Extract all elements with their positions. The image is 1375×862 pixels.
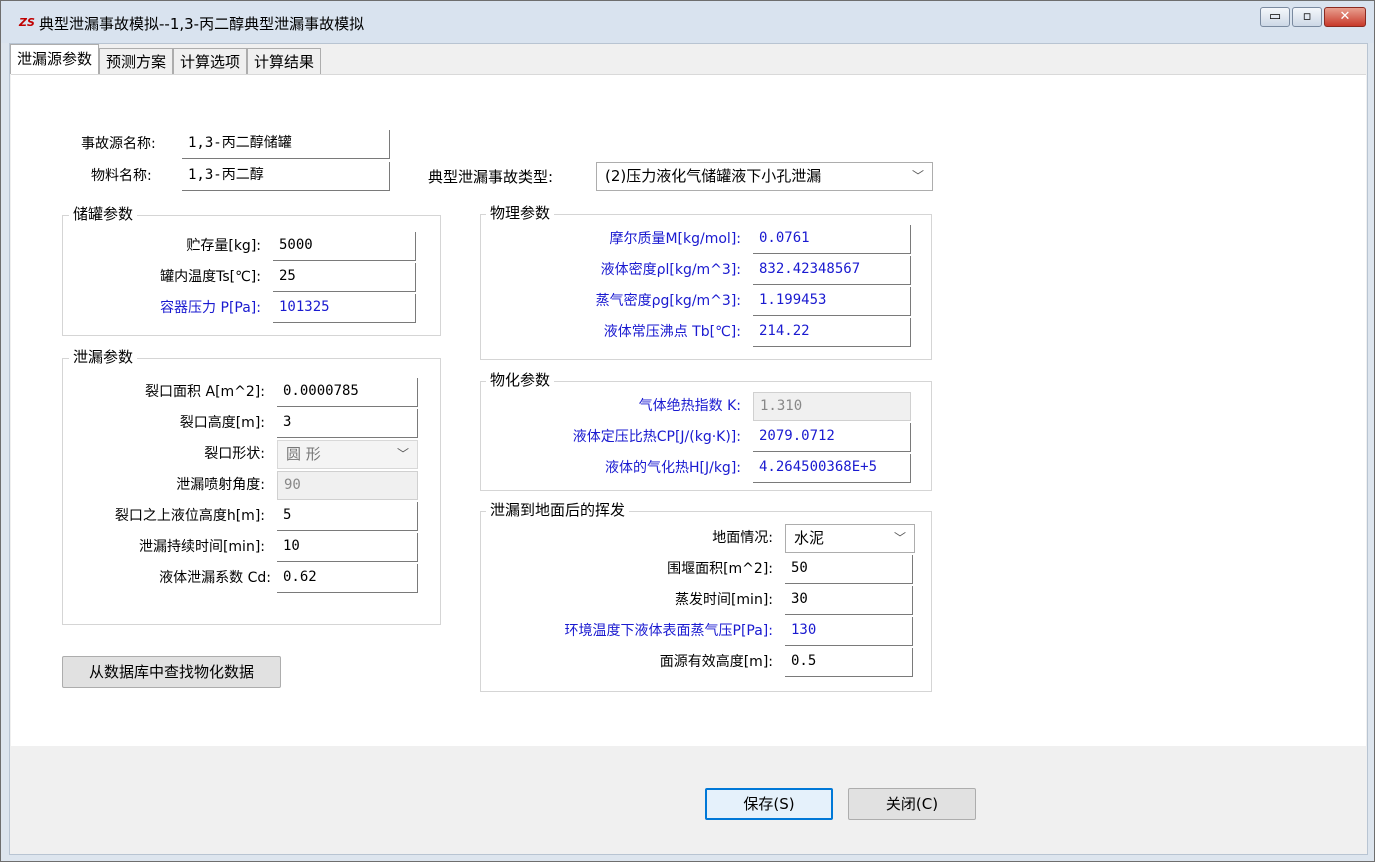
- button-bar: 保存(S) 关闭(C): [10, 746, 1367, 854]
- tank-temp-label: 罐内温度Ts[℃]:: [160, 269, 261, 285]
- dike-area-label: 围堰面积[m^2]:: [667, 561, 773, 577]
- tab-calc-options[interactable]: 计算选项: [173, 48, 248, 74]
- material-name-input[interactable]: 1,3-丙二醇: [182, 162, 390, 191]
- close-icon: ✕: [1339, 9, 1351, 24]
- physical-params-title: 物理参数: [486, 203, 555, 223]
- chevron-down-icon: ﹀: [396, 447, 409, 461]
- window-controls: ▭ ▫ ✕: [1260, 7, 1366, 27]
- minimize-icon: ▭: [1268, 9, 1282, 24]
- jet-angle-label: 泄漏喷射角度:: [176, 477, 265, 493]
- leak-duration-label: 泄漏持续时间[min]:: [138, 539, 265, 555]
- crack-shape-label: 裂口形状:: [204, 446, 265, 462]
- specific-heat-input[interactable]: 2079.0712: [753, 423, 911, 452]
- tab-leak-source[interactable]: 泄漏源参数: [10, 44, 100, 74]
- leak-params-title: 泄漏参数: [69, 347, 138, 367]
- material-name-label: 物料名称:: [91, 168, 152, 184]
- maximize-icon: ▫: [1302, 9, 1312, 24]
- source-height-input[interactable]: 0.5: [785, 648, 913, 677]
- evaporation-time-label: 蒸发时间[min]:: [674, 592, 773, 608]
- source-height-label: 面源有效高度[m]:: [659, 654, 773, 670]
- ground-condition-value: 水泥: [794, 529, 825, 547]
- vessel-pressure-label: 容器压力 P[Pa]:: [160, 300, 261, 316]
- accident-type-label: 典型泄漏事故类型:: [428, 168, 554, 186]
- lookup-database-button[interactable]: 从数据库中查找物化数据: [62, 656, 281, 688]
- leak-coefficient-label: 液体泄漏系数 Cd:: [159, 570, 271, 586]
- evaporation-title: 泄漏到地面后的挥发: [486, 500, 630, 520]
- adiabatic-index-label: 气体绝热指数 K:: [638, 398, 741, 414]
- tab-bar: 泄漏源参数 预测方案 计算选项 计算结果: [10, 44, 322, 75]
- vapor-density-label: 蒸气密度ρg[kg/m^3]:: [595, 293, 741, 309]
- minimize-button[interactable]: ▭: [1260, 7, 1290, 27]
- maximize-button[interactable]: ▫: [1292, 7, 1322, 27]
- crack-shape-select[interactable]: 圆 形 ﹀: [277, 440, 418, 469]
- ground-condition-label: 地面情况:: [712, 530, 773, 546]
- storage-amount-label: 贮存量[kg]:: [186, 238, 261, 254]
- physchem-params-title: 物化参数: [486, 370, 555, 390]
- title-bar: ZS 典型泄漏事故模拟--1,3-丙二醇典型泄漏事故模拟 ▭ ▫ ✕: [1, 1, 1374, 43]
- liquid-density-input[interactable]: 832.42348567: [753, 256, 911, 285]
- leak-duration-input[interactable]: 10: [277, 533, 418, 562]
- accident-type-select[interactable]: (2)压力液化气储罐液下小孔泄漏 ﹀: [596, 162, 933, 191]
- molar-mass-label: 摩尔质量M[kg/mol]:: [609, 231, 741, 247]
- adiabatic-index-input[interactable]: 1.310: [753, 392, 911, 421]
- tab-calc-results[interactable]: 计算结果: [247, 48, 322, 74]
- jet-angle-input[interactable]: 90: [277, 471, 418, 500]
- liquid-level-label: 裂口之上液位高度h[m]:: [114, 508, 265, 524]
- leak-coefficient-input[interactable]: 0.62: [277, 564, 418, 593]
- vaporization-heat-input[interactable]: 4.264500368E+5: [753, 454, 911, 483]
- vapor-pressure-input[interactable]: 130: [785, 617, 913, 646]
- liquid-level-input[interactable]: 5: [277, 502, 418, 531]
- tab-panel-leak-source: 事故源名称: 1,3-丙二醇储罐 物料名称: 1,3-丙二醇 典型泄漏事故类型:…: [11, 74, 1366, 746]
- save-button[interactable]: 保存(S): [705, 788, 833, 820]
- crack-area-label: 裂口面积 A[m^2]:: [145, 384, 265, 400]
- tank-params-title: 储罐参数: [69, 204, 138, 224]
- vapor-density-input[interactable]: 1.199453: [753, 287, 911, 316]
- window-title: 典型泄漏事故模拟--1,3-丙二醇典型泄漏事故模拟: [39, 15, 365, 33]
- crack-height-input[interactable]: 3: [277, 409, 418, 438]
- tab-prediction-plan[interactable]: 预测方案: [99, 48, 174, 74]
- crack-height-label: 裂口高度[m]:: [179, 415, 265, 431]
- chevron-down-icon: ﹀: [911, 169, 924, 183]
- client-area: 泄漏源参数 预测方案 计算选项 计算结果 事故源名称: 1,3-丙二醇储罐 物料…: [9, 43, 1368, 855]
- evaporation-time-input[interactable]: 30: [785, 586, 913, 615]
- vaporization-heat-label: 液体的气化热H[J/kg]:: [604, 460, 741, 476]
- source-name-label: 事故源名称:: [81, 136, 156, 152]
- chevron-down-icon: ﹀: [893, 531, 906, 545]
- crack-shape-value: 圆 形: [286, 445, 321, 463]
- boiling-point-label: 液体常压沸点 Tb[℃]:: [603, 324, 741, 340]
- dike-area-input[interactable]: 50: [785, 555, 913, 584]
- molar-mass-input[interactable]: 0.0761: [753, 225, 911, 254]
- ground-condition-select[interactable]: 水泥 ﹀: [785, 524, 915, 553]
- close-window-button[interactable]: ✕: [1324, 7, 1366, 27]
- main-window: ZS 典型泄漏事故模拟--1,3-丙二醇典型泄漏事故模拟 ▭ ▫ ✕ 泄漏源参数…: [0, 0, 1375, 862]
- close-button[interactable]: 关闭(C): [848, 788, 976, 820]
- vessel-pressure-input[interactable]: 101325: [273, 294, 416, 323]
- boiling-point-input[interactable]: 214.22: [753, 318, 911, 347]
- app-logo-icon: ZS: [19, 16, 35, 29]
- storage-amount-input[interactable]: 5000: [273, 232, 416, 261]
- specific-heat-label: 液体定压比热CP[J/(kg·K)]:: [572, 429, 741, 445]
- tank-temp-input[interactable]: 25: [273, 263, 416, 292]
- vapor-pressure-label: 环境温度下液体表面蒸气压P[Pa]:: [564, 623, 773, 639]
- accident-type-value: (2)压力液化气储罐液下小孔泄漏: [605, 167, 822, 185]
- source-name-input[interactable]: 1,3-丙二醇储罐: [182, 130, 390, 159]
- crack-area-input[interactable]: 0.0000785: [277, 378, 418, 407]
- liquid-density-label: 液体密度ρl[kg/m^3]:: [600, 262, 741, 278]
